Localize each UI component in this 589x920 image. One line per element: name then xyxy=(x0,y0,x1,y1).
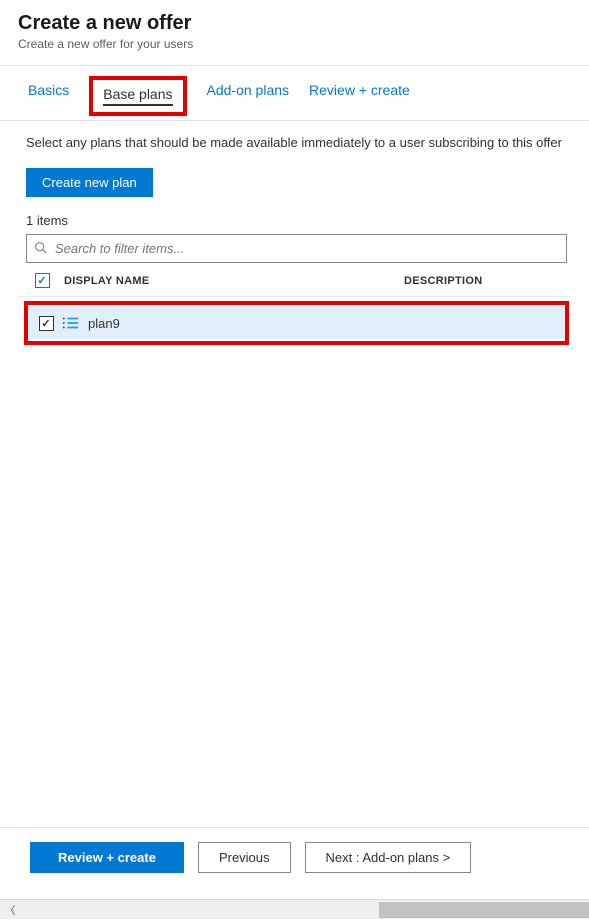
table-header: ✓ DISPLAY NAME DESCRIPTION xyxy=(18,263,571,297)
review-create-button[interactable]: Review + create xyxy=(30,842,184,873)
page-title: Create a new offer xyxy=(18,12,571,35)
footer-actions: Review + create Previous Next : Add-on p… xyxy=(0,827,589,887)
tab-review-create[interactable]: Review + create xyxy=(309,82,410,120)
next-button[interactable]: Next : Add-on plans > xyxy=(305,842,472,873)
instruction-text: Select any plans that should be made ava… xyxy=(18,135,571,150)
create-new-plan-button[interactable]: Create new plan xyxy=(26,168,153,197)
column-header-display-name[interactable]: DISPLAY NAME xyxy=(54,275,404,287)
table-row[interactable]: ✓ plan9 xyxy=(28,307,565,339)
tab-base-plans[interactable]: Base plans xyxy=(89,76,186,116)
scrollbar-track[interactable] xyxy=(20,900,589,920)
row-display-name: plan9 xyxy=(84,316,120,331)
page-subtitle: Create a new offer for your users xyxy=(18,37,571,51)
tab-bar: Basics Base plans Add-on plans Review + … xyxy=(0,66,589,121)
row-checkbox[interactable]: ✓ xyxy=(39,316,54,331)
search-box xyxy=(26,234,567,263)
scrollbar-thumb[interactable] xyxy=(379,902,589,918)
search-input[interactable] xyxy=(26,234,567,263)
page-header: Create a new offer Create a new offer fo… xyxy=(18,12,571,61)
tab-basics[interactable]: Basics xyxy=(28,82,69,120)
search-icon xyxy=(34,241,47,257)
tab-base-plans-label: Base plans xyxy=(103,86,172,106)
plan-icon xyxy=(58,315,84,331)
item-count: 1 items xyxy=(18,213,571,228)
selected-row-highlight: ✓ plan9 xyxy=(24,301,569,345)
column-header-description[interactable]: DESCRIPTION xyxy=(404,275,563,287)
previous-button[interactable]: Previous xyxy=(198,842,291,873)
horizontal-scrollbar[interactable]: 〈 xyxy=(0,899,589,919)
tab-addon-plans[interactable]: Add-on plans xyxy=(207,82,290,120)
select-all-checkbox[interactable]: ✓ xyxy=(35,273,50,288)
scroll-left-arrow-icon[interactable]: 〈 xyxy=(0,900,20,920)
